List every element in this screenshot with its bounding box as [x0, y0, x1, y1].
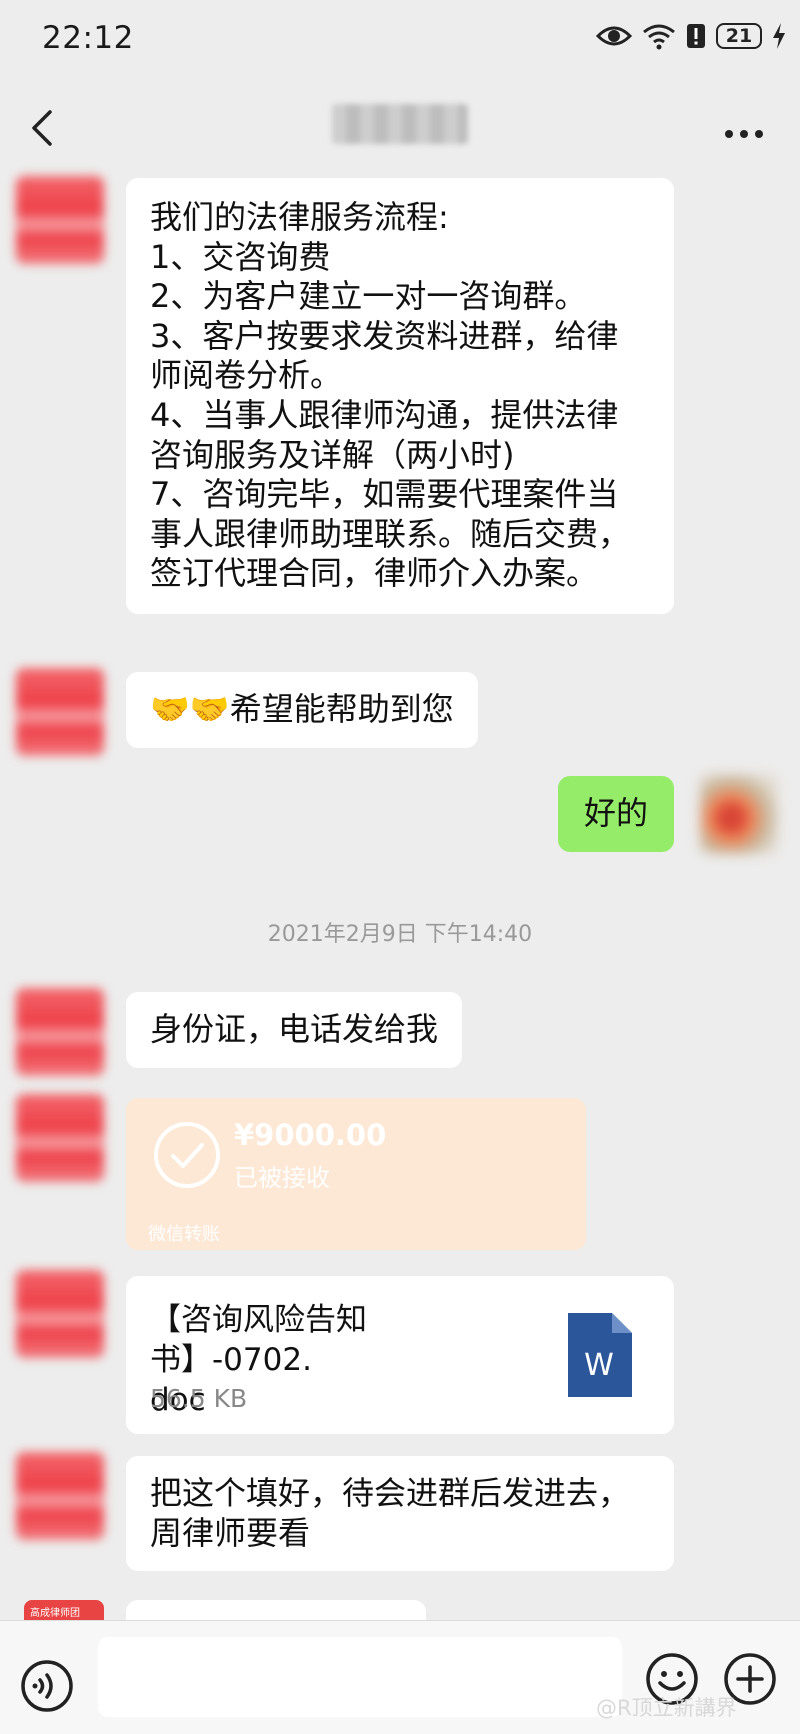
status-icons: 21 [596, 22, 786, 50]
alert-icon [686, 22, 706, 50]
watermark: @R顶立新講界 [596, 1696, 737, 1720]
more-icon[interactable] [724, 124, 764, 143]
word-doc-icon: W [568, 1313, 632, 1401]
transfer-status: 已被接收 [234, 1164, 330, 1192]
chat-title-blurred [332, 104, 468, 144]
status-bar: 22:12 21 [0, 0, 800, 80]
message-bubble[interactable]: 我们的法律服务流程: 1、交咨询费 2、为客户建立一对一咨询群。 3、客户按要求… [126, 178, 674, 614]
transfer-amount: ¥9000.00 [234, 1118, 387, 1152]
avatar[interactable] [16, 1452, 104, 1540]
avatar[interactable] [16, 668, 104, 756]
charging-icon [772, 23, 786, 49]
timestamp: 2021年2月9日 下午14:40 [267, 922, 533, 947]
avatar[interactable] [16, 988, 104, 1076]
message-bubble[interactable]: 🤝🤝希望能帮助到您 [126, 672, 478, 748]
transfer-label: 微信转账 [148, 1224, 220, 1245]
file-size: 56.5 KB [150, 1384, 248, 1413]
file-card[interactable]: 【咨询风险告知书】-0702. doc 56.5 KB W [126, 1276, 674, 1434]
battery-level: 21 [725, 25, 753, 47]
message-bubble[interactable]: 身份证，电话发给我 [126, 992, 463, 1068]
avatar[interactable] [16, 1094, 104, 1182]
avatar[interactable] [16, 1270, 104, 1358]
eye-icon [596, 23, 632, 49]
my-message-bubble[interactable]: 好的 [557, 776, 674, 852]
chevron-left-icon[interactable] [30, 108, 54, 152]
voice-icon[interactable] [20, 1659, 74, 1717]
wifi-icon [642, 22, 676, 50]
message-input[interactable] [98, 1637, 622, 1717]
check-circle-icon [152, 1120, 222, 1194]
transfer-card[interactable]: ¥9000.00 已被接收 微信转账 [126, 1098, 586, 1250]
message-bubble[interactable]: 把这个填好，待会进群后发进去， 周律师要看 [126, 1456, 674, 1572]
status-time: 22:12 [42, 20, 134, 56]
my-avatar[interactable] [700, 774, 778, 854]
partial-avatar-text: 高成律师团 [30, 1608, 80, 1619]
battery-icon: 21 [716, 23, 762, 49]
word-icon-letter: W [584, 1348, 614, 1383]
avatar[interactable] [16, 176, 104, 264]
